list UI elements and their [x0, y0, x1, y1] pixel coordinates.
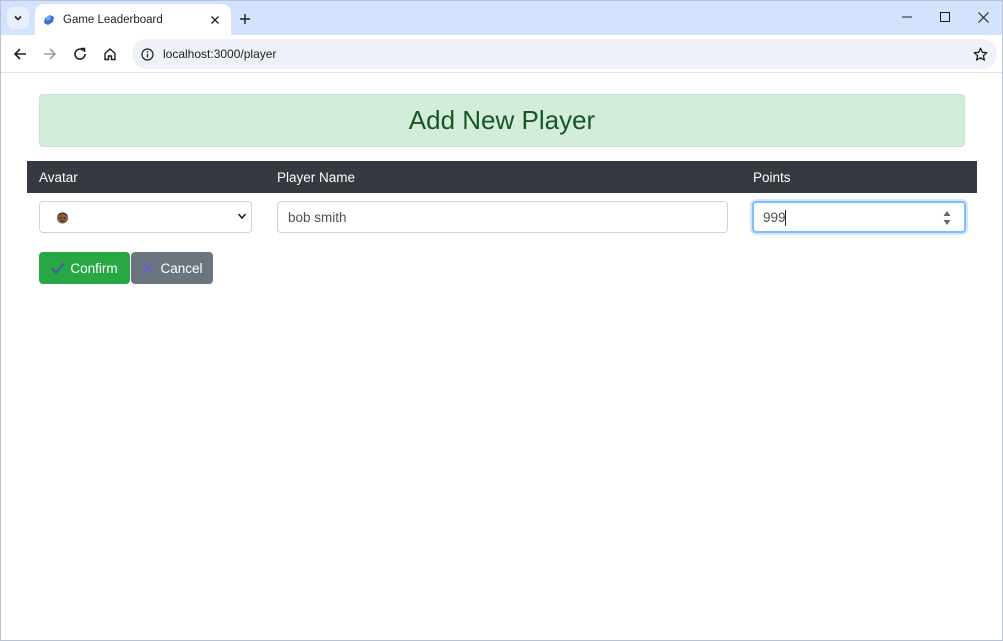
column-header-points: Points [753, 170, 791, 185]
close-icon [211, 15, 219, 24]
reload-button[interactable] [68, 42, 92, 66]
close-tab-button[interactable] [207, 12, 223, 28]
cancel-button-label: Cancel [160, 260, 203, 276]
table-header: Avatar Player Name Points [27, 161, 977, 193]
browser-window: Game Leaderboard localhost:3000/player A… [0, 0, 1003, 641]
address-bar[interactable]: localhost:3000/player [132, 39, 997, 69]
browser-toolbar: localhost:3000/player [1, 35, 1002, 73]
face-avatar-icon [57, 212, 68, 224]
spinner-arrows-icon[interactable] [942, 208, 952, 228]
close-window-button[interactable] [968, 6, 998, 28]
tab-strip: Game Leaderboard [1, 1, 1002, 35]
checkmark-icon [51, 261, 65, 275]
maximize-button[interactable] [930, 6, 960, 28]
confirm-button-label: Confirm [70, 260, 118, 276]
close-icon [977, 11, 989, 23]
url-text: localhost:3000/player [163, 47, 277, 61]
chevron-down-icon [237, 213, 247, 220]
page-title: Add New Player [408, 105, 596, 135]
arrow-right-icon [44, 48, 57, 60]
plus-icon [240, 14, 250, 24]
player-name-value: bob smith [288, 210, 347, 225]
points-input[interactable]: 999 [752, 201, 966, 233]
text-caret [785, 210, 786, 226]
arrow-left-icon [13, 48, 26, 60]
back-button[interactable] [8, 42, 32, 66]
maximize-icon [940, 12, 950, 22]
home-button[interactable] [98, 42, 122, 66]
page-content: Add New Player Avatar Player Name Points… [1, 74, 1002, 640]
column-header-player-name: Player Name [277, 170, 356, 185]
minimize-icon [902, 16, 912, 18]
forward-button[interactable] [38, 42, 62, 66]
favicon-icon [43, 14, 55, 26]
chevron-down-icon [14, 15, 22, 21]
minimize-button[interactable] [892, 6, 922, 28]
points-value: 999 [763, 210, 786, 225]
home-icon [104, 48, 116, 61]
confirm-button[interactable]: Confirm [39, 252, 130, 284]
avatar-select[interactable] [39, 201, 252, 233]
bookmark-star-icon[interactable] [971, 45, 989, 63]
column-header-avatar: Avatar [39, 170, 78, 185]
tab-search-button[interactable] [7, 7, 29, 29]
heading-banner: Add New Player [39, 94, 965, 147]
cross-icon [141, 261, 155, 275]
tab-title: Game Leaderboard [63, 13, 163, 26]
player-name-input[interactable]: bob smith [277, 201, 728, 233]
site-info-icon[interactable] [139, 46, 155, 62]
cancel-button[interactable]: Cancel [131, 252, 213, 284]
new-tab-button[interactable] [235, 9, 255, 29]
reload-icon [74, 47, 86, 60]
browser-tab[interactable]: Game Leaderboard [35, 4, 231, 35]
